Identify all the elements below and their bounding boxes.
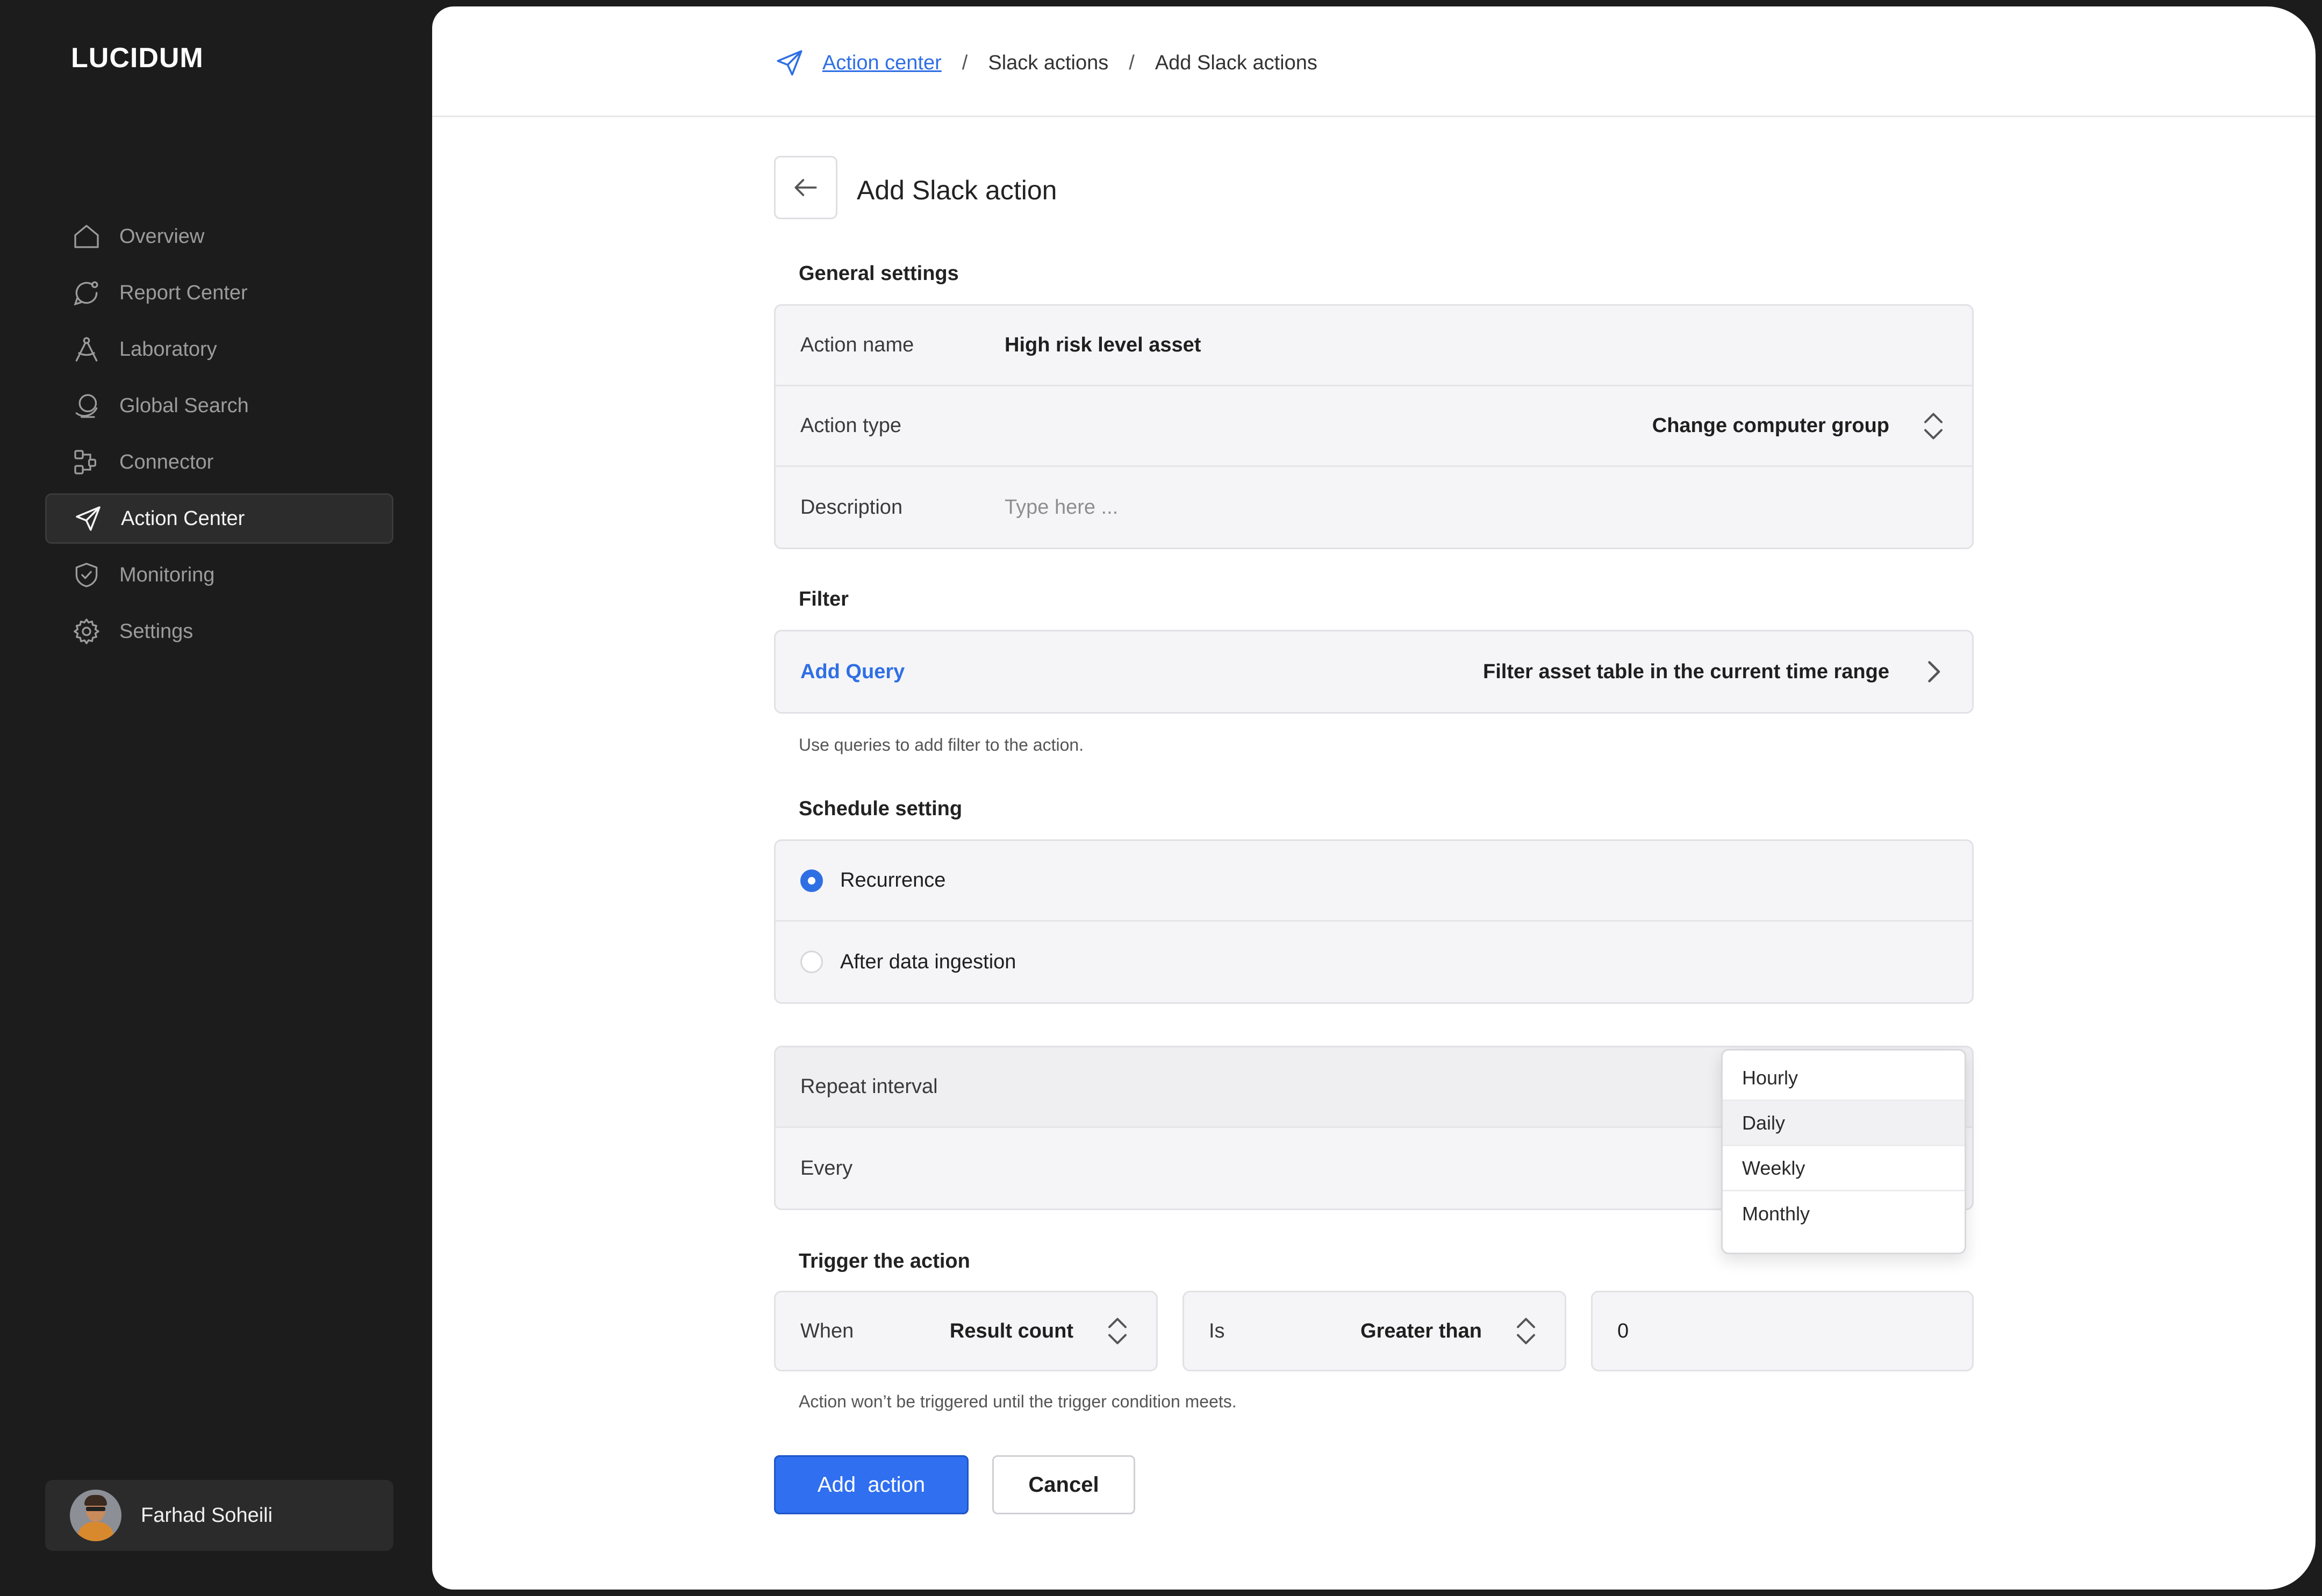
general-settings-card: Action name High risk level asset Action…: [774, 304, 1974, 549]
trigger-title: Trigger the action: [799, 1250, 970, 1273]
every-label: Every: [800, 1156, 853, 1180]
filter-card: Add Query Filter asset table in the curr…: [774, 630, 1974, 714]
filter-title: Filter: [799, 588, 849, 610]
breadcrumb-current: Add Slack actions: [1155, 51, 1317, 74]
arrow-left-icon: [794, 179, 817, 196]
avatar: [70, 1490, 121, 1541]
filter-hint: Use queries to add filter to the action.: [799, 735, 1084, 754]
option-daily[interactable]: Daily: [1723, 1101, 1965, 1146]
is-label: Is: [1209, 1319, 1225, 1342]
sidebar-item-label: Report Center: [119, 281, 248, 304]
recurrence-label: Recurrence: [840, 869, 946, 892]
breadcrumb-slack-actions[interactable]: Slack actions: [988, 52, 1108, 75]
chevron-right-icon: [1928, 661, 1940, 682]
action-name-label: Action name: [800, 334, 914, 356]
app-logo: LUCIDUM: [71, 42, 204, 74]
compass-icon: [71, 334, 102, 365]
sort-updown-icon: [1108, 1318, 1127, 1345]
after-ingestion-option[interactable]: After data ingestion: [776, 922, 1972, 1002]
add-query-link[interactable]: Add Query: [800, 660, 905, 684]
sidebar-item-connector[interactable]: Connector: [45, 437, 393, 487]
sidebar-nav: Overview Report Center Laboratory Global…: [45, 211, 393, 663]
is-value: Greater than: [1360, 1319, 1482, 1342]
sidebar-item-label: Overview: [119, 225, 205, 248]
cancel-button[interactable]: Cancel: [992, 1455, 1135, 1514]
option-weekly[interactable]: Weekly: [1723, 1146, 1965, 1191]
globe-search-icon: [71, 390, 102, 421]
sidebar-item-label: Settings: [119, 620, 194, 643]
description-label: Description: [800, 495, 903, 519]
filter-row[interactable]: Add Query Filter asset table in the curr…: [776, 631, 1972, 712]
user-name: Farhad Soheili: [141, 1504, 273, 1527]
sidebar-item-global-search[interactable]: Global Search: [45, 380, 393, 431]
option-monthly[interactable]: Monthly: [1723, 1191, 1965, 1236]
send-icon: [73, 503, 104, 534]
description-row[interactable]: Description Type here ...: [776, 467, 1972, 548]
after-ingestion-label: After data ingestion: [840, 950, 1016, 973]
breadcrumb-separator: /: [962, 51, 968, 74]
threshold-value: 0: [1617, 1319, 1629, 1342]
schedule-card: Recurrence After data ingestion: [774, 839, 1974, 1004]
repeat-interval-dropdown: Hourly Daily Weekly Monthly: [1721, 1049, 1966, 1254]
description-field[interactable]: Type here ...: [1005, 496, 1118, 519]
sidebar: LUCIDUM Overview Report Center Laborator…: [0, 0, 432, 1596]
sidebar-item-label: Global Search: [119, 394, 249, 417]
user-profile[interactable]: Farhad Soheili: [45, 1480, 393, 1551]
sidebar-item-laboratory[interactable]: Laboratory: [45, 324, 393, 375]
when-label: When: [800, 1319, 854, 1342]
action-name-field[interactable]: High risk level asset: [1005, 334, 1201, 357]
sidebar-item-label: Monitoring: [119, 563, 215, 586]
action-type-value: Change computer group: [1652, 414, 1889, 437]
option-hourly[interactable]: Hourly: [1723, 1056, 1965, 1101]
sidebar-item-action-center[interactable]: Action Center: [45, 493, 393, 544]
page-title: Add Slack action: [857, 175, 1057, 205]
top-bar: Action center / Slack actions / Add Slac…: [432, 6, 2316, 117]
home-icon: [71, 221, 102, 252]
gear-icon: [71, 616, 102, 647]
filter-selector[interactable]: Filter asset table in the current time r…: [1483, 656, 1947, 688]
sidebar-item-report-center[interactable]: Report Center: [45, 268, 393, 318]
sidebar-item-overview[interactable]: Overview: [45, 211, 393, 262]
back-button[interactable]: [774, 156, 837, 219]
breadcrumb-action-center[interactable]: Action center: [822, 52, 942, 75]
when-select[interactable]: When Result count: [774, 1291, 1158, 1371]
action-type-label: Action type: [800, 414, 901, 437]
sidebar-item-settings[interactable]: Settings: [45, 606, 393, 657]
breadcrumb: Action center / Slack actions / Add Slac…: [774, 47, 1317, 78]
add-action-button[interactable]: Add action: [774, 1455, 969, 1514]
chat-icon: [71, 277, 102, 308]
sidebar-item-label: Laboratory: [119, 337, 217, 361]
trigger-hint: Action won’t be triggered until the trig…: [799, 1392, 1237, 1411]
main-panel: Action center / Slack actions / Add Slac…: [432, 6, 2316, 1590]
action-type-select[interactable]: Change computer group: [1652, 410, 1947, 442]
schedule-title: Schedule setting: [799, 797, 963, 820]
general-settings-title: General settings: [799, 262, 959, 285]
action-type-row[interactable]: Action type Change computer group: [776, 386, 1972, 467]
filter-value: Filter asset table in the current time r…: [1483, 660, 1889, 683]
connector-icon: [71, 447, 102, 478]
when-value: Result count: [949, 1319, 1073, 1342]
recurrence-radio[interactable]: [800, 869, 823, 892]
is-select[interactable]: Is Greater than: [1182, 1291, 1566, 1371]
sidebar-item-monitoring[interactable]: Monitoring: [45, 550, 393, 600]
recurrence-option[interactable]: Recurrence: [776, 841, 1972, 922]
sidebar-item-label: Action Center: [121, 507, 245, 530]
send-icon: [777, 50, 802, 76]
after-ingestion-radio[interactable]: [800, 951, 823, 973]
shield-icon: [71, 559, 102, 591]
sort-updown-icon: [1924, 413, 1943, 439]
action-name-row[interactable]: Action name High risk level asset: [776, 306, 1972, 386]
sort-updown-icon: [1517, 1318, 1535, 1345]
breadcrumb-separator: /: [1129, 51, 1135, 74]
sidebar-item-label: Connector: [119, 450, 214, 473]
threshold-input[interactable]: 0: [1591, 1291, 1974, 1371]
repeat-interval-label: Repeat interval: [800, 1075, 938, 1098]
